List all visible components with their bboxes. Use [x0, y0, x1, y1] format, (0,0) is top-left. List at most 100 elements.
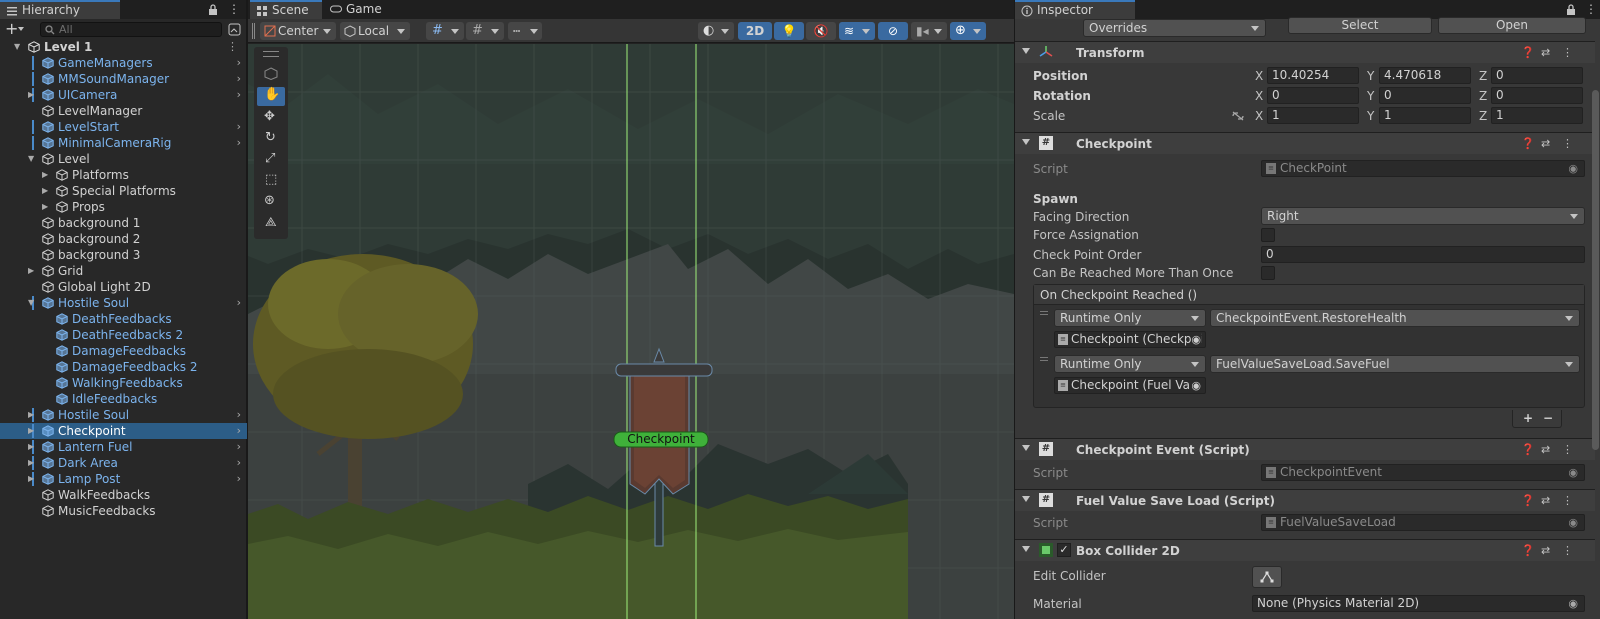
rect-tool-button[interactable]: ⬚ — [257, 172, 285, 191]
foldout-open-icon[interactable]: ▼ — [14, 39, 20, 55]
hierarchy-item[interactable]: MMSoundManager › — [0, 71, 247, 87]
foldout-closed-icon[interactable]: ▶ — [42, 199, 48, 215]
object-picker-icon[interactable]: ◉ — [1568, 596, 1578, 611]
chevron-right-icon[interactable]: › — [237, 87, 241, 103]
enabled-checkbox[interactable]: ✓ — [1057, 543, 1071, 557]
hierarchy-item[interactable]: ▶ Grid — [0, 263, 247, 279]
checkpoint-component-header[interactable]: # Checkpoint ❓ ⇄ ⋮ — [1015, 132, 1595, 154]
preset-icon[interactable]: ⇄ — [1541, 494, 1550, 508]
foldout-open-icon[interactable]: ▼ — [28, 295, 34, 311]
hierarchy-item[interactable]: Global Light 2D — [0, 279, 247, 295]
overrides-dropdown[interactable]: Overrides — [1083, 19, 1266, 37]
foldout-arrow-icon[interactable] — [1022, 445, 1030, 451]
hierarchy-item[interactable]: ▼ Level — [0, 151, 247, 167]
kebab-menu-icon[interactable]: ⋮ — [228, 1, 240, 17]
tab-inspector[interactable]: Inspector — [1015, 0, 1135, 19]
chevron-right-icon[interactable]: › — [237, 407, 241, 423]
hierarchy-item[interactable]: ▼ Level 1 ⋮ — [0, 39, 247, 55]
draw-mode-button[interactable]: ◐ — [698, 22, 734, 40]
ruler-button[interactable]: ┅ — [508, 22, 542, 40]
lighting-button[interactable]: 💡 — [774, 22, 804, 40]
foldout-closed-icon[interactable]: ▶ — [28, 439, 34, 455]
view-tool-button[interactable] — [257, 64, 285, 83]
hierarchy-item[interactable]: background 1 — [0, 215, 247, 231]
lock-icon[interactable] — [1566, 4, 1576, 15]
reorder-handle-icon[interactable] — [1040, 357, 1048, 361]
kebab-menu-icon[interactable]: ⋮ — [1562, 494, 1573, 508]
increment-snap-button[interactable]: # — [466, 22, 504, 40]
foldout-arrow-icon[interactable] — [1022, 139, 1030, 145]
hierarchy-item[interactable]: LevelStart › — [0, 119, 247, 135]
hierarchy-item[interactable]: ▶ Special Platforms — [0, 183, 247, 199]
hierarchy-item[interactable]: GameManagers › — [0, 55, 247, 71]
help-icon[interactable]: ❓ — [1521, 46, 1535, 60]
hierarchy-item[interactable]: ▼ Hostile Soul › — [0, 295, 247, 311]
position-y-field[interactable]: 4.470618 — [1379, 67, 1471, 84]
add-icon[interactable]: + — [5, 19, 18, 39]
object-picker-icon[interactable]: ◉ — [1191, 378, 1201, 393]
hierarchy-item[interactable]: ▶ Checkpoint › — [0, 423, 247, 439]
pivot-mode-dropdown[interactable]: Center — [260, 22, 336, 40]
tab-scene[interactable]: Scene — [250, 0, 322, 19]
grid-snap-button[interactable]: # — [426, 22, 464, 40]
hierarchy-item[interactable]: MusicFeedbacks — [0, 503, 247, 519]
chevron-right-icon[interactable]: › — [237, 439, 241, 455]
foldout-arrow-icon[interactable] — [1022, 48, 1030, 54]
hierarchy-item[interactable]: ▶ UICamera › — [0, 87, 247, 103]
foldout-arrow-icon[interactable] — [1022, 546, 1030, 552]
kebab-menu-icon[interactable]: ⋮ — [1562, 46, 1573, 60]
kebab-menu-icon[interactable]: ⋮ — [227, 39, 238, 55]
hierarchy-item[interactable]: WalkingFeedbacks — [0, 375, 247, 391]
kebab-menu-icon[interactable]: ⋮ — [1562, 544, 1573, 558]
foldout-closed-icon[interactable]: ▶ — [28, 423, 34, 439]
hierarchy-item[interactable]: IdleFeedbacks — [0, 391, 247, 407]
chevron-right-icon[interactable]: › — [237, 455, 241, 471]
gizmos-button[interactable]: ⊕ — [950, 22, 986, 40]
edit-collider-button[interactable] — [1252, 566, 1282, 588]
lock-icon[interactable] — [208, 4, 218, 15]
add-event-button[interactable]: + — [1523, 410, 1533, 427]
can-be-reached-checkbox[interactable] — [1261, 266, 1275, 280]
drag-handle[interactable] — [252, 23, 255, 39]
position-z-field[interactable]: 0 — [1491, 67, 1583, 84]
event-call-state-dropdown[interactable]: Runtime Only — [1054, 309, 1206, 327]
foldout-closed-icon[interactable]: ▶ — [28, 407, 34, 423]
material-field[interactable]: None (Physics Material 2D) ◉ — [1252, 595, 1585, 612]
hierarchy-item[interactable]: MinimalCameraRig › — [0, 135, 247, 151]
force-assignation-checkbox[interactable] — [1261, 228, 1275, 242]
check-point-order-field[interactable]: 0 — [1261, 246, 1585, 263]
foldout-arrow-icon[interactable] — [1022, 496, 1030, 502]
custom-tool-button[interactable]: ⟁ — [257, 215, 285, 234]
rotation-x-field[interactable]: 0 — [1267, 87, 1359, 104]
hierarchy-item[interactable]: ▶ Props — [0, 199, 247, 215]
hierarchy-item[interactable]: LevelManager — [0, 103, 247, 119]
kebab-menu-icon[interactable]: ⋮ — [1585, 1, 1597, 17]
kebab-menu-icon[interactable]: ⋮ — [1562, 137, 1573, 151]
rotation-z-field[interactable]: 0 — [1491, 87, 1583, 104]
move-tool-button[interactable]: ✥ — [257, 109, 285, 128]
hierarchy-item[interactable]: DamageFeedbacks — [0, 343, 247, 359]
preset-icon[interactable]: ⇄ — [1541, 443, 1550, 457]
chevron-right-icon[interactable]: › — [237, 55, 241, 71]
rotation-y-field[interactable]: 0 — [1379, 87, 1471, 104]
visibility-button[interactable]: ⊘ — [878, 22, 908, 40]
hierarchy-item[interactable]: background 3 — [0, 247, 247, 263]
foldout-closed-icon[interactable]: ▶ — [42, 167, 48, 183]
scene-visibility-icon[interactable] — [228, 23, 241, 36]
hierarchy-item[interactable]: ▶ Lantern Fuel › — [0, 439, 247, 455]
drag-handle[interactable] — [263, 51, 279, 57]
open-button[interactable]: Open — [1438, 17, 1586, 34]
hierarchy-item[interactable]: DamageFeedbacks 2 — [0, 359, 247, 375]
hierarchy-item[interactable]: ▶ Platforms — [0, 167, 247, 183]
chevron-right-icon[interactable]: › — [237, 135, 241, 151]
object-picker-icon[interactable]: ◉ — [1191, 332, 1201, 347]
help-icon[interactable]: ❓ — [1521, 443, 1535, 457]
checkpoint-gizmo-label[interactable]: Checkpoint — [614, 432, 708, 447]
hierarchy-item[interactable]: ▶ Hostile Soul › — [0, 407, 247, 423]
scale-x-field[interactable]: 1 — [1267, 107, 1359, 124]
effects-button[interactable]: ≋ — [839, 22, 875, 40]
select-button[interactable]: Select — [1288, 17, 1432, 34]
preset-icon[interactable]: ⇄ — [1541, 544, 1550, 558]
rotate-tool-button[interactable]: ↻ — [257, 130, 285, 149]
remove-event-button[interactable]: − — [1543, 410, 1553, 427]
